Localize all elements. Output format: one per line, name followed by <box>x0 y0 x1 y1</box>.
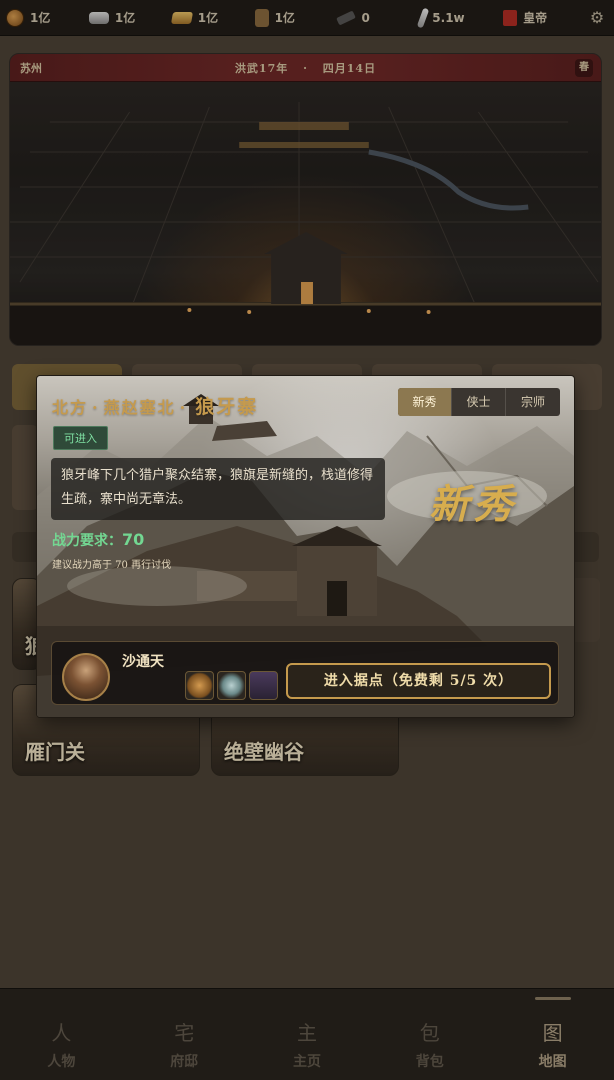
boss-bar: 沙通天 进入据点（免费剩 5/5 次） <box>51 641 559 705</box>
bottom-nav: 人 人物 宅 府邸 主 主页 包 背包 图 地图 <box>0 988 614 1080</box>
character-icon: 人 <box>51 1021 72 1045</box>
stronghold-name: 狼牙寨 <box>195 396 259 418</box>
nav-label: 人物 <box>47 1054 76 1070</box>
map-icon: 图 <box>542 1021 563 1045</box>
ore-icon[interactable] <box>217 671 246 700</box>
nav-home[interactable]: 主 主页 <box>246 989 369 1080</box>
power-label: 战力要求： <box>52 533 122 549</box>
tab-knight[interactable]: 侠士 <box>452 388 506 416</box>
status-badge: 可进入 <box>53 426 108 450</box>
home-icon: 主 <box>296 1021 317 1045</box>
copper-coin-icon[interactable] <box>185 671 214 700</box>
tab-master[interactable]: 宗师 <box>506 388 560 416</box>
nav-label: 府邸 <box>170 1054 199 1070</box>
power-tip: 建议战力高于 70 再行讨伐 <box>52 560 172 571</box>
power-value: 70 <box>122 530 145 549</box>
armor-icon[interactable] <box>249 671 278 700</box>
difficulty-tabs: 新秀 侠士 宗师 <box>398 388 560 416</box>
power-requirement: 战力要求：70 <box>52 530 144 550</box>
nav-map[interactable]: 图 地图 <box>491 989 614 1080</box>
area-name: 燕赵塞北 <box>103 398 176 417</box>
stronghold-description: 狼牙峰下几个猎户聚众结寨，狼旗是新缝的，栈道修得生疏，寨中尚无章法。 <box>51 458 385 520</box>
region-name: 北方 <box>52 398 89 417</box>
nav-mansion[interactable]: 宅 府邸 <box>123 989 246 1080</box>
nav-label: 背包 <box>415 1054 444 1070</box>
boss-name: 沙通天 <box>122 654 164 670</box>
boss-avatar[interactable] <box>62 653 110 701</box>
mansion-icon: 宅 <box>174 1021 195 1045</box>
tab-rookie[interactable]: 新秀 <box>398 388 452 416</box>
nav-backpack[interactable]: 包 背包 <box>368 989 491 1080</box>
enter-stronghold-button[interactable]: 进入据点（免费剩 5/5 次） <box>286 663 551 699</box>
stronghold-title: 北方 · 燕赵塞北 · 狼牙寨 <box>52 396 259 418</box>
loot-list <box>185 671 278 700</box>
stronghold-modal: 北方 · 燕赵塞北 · 狼牙寨 新秀 侠士 宗师 可进入 狼牙峰下几个猎户聚众结寨，狼旗… <box>37 376 574 717</box>
nav-character[interactable]: 人 人物 <box>0 989 123 1080</box>
tier-emblem: 新秀 <box>429 481 517 528</box>
backpack-icon: 包 <box>419 1021 440 1045</box>
nav-label: 主页 <box>292 1054 321 1070</box>
nav-label: 地图 <box>538 1054 567 1070</box>
